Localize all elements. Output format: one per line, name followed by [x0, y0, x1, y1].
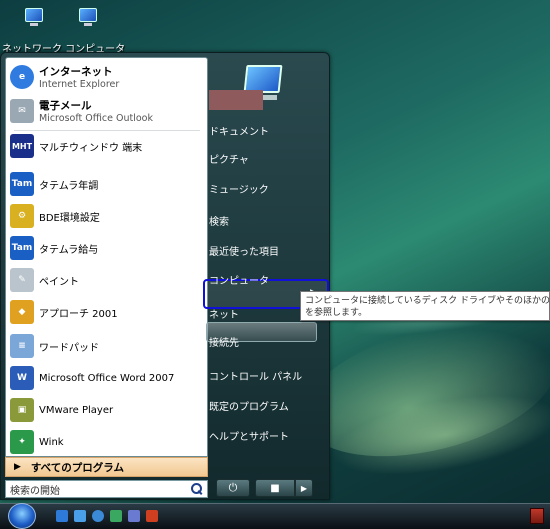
vmware-icon: ▣ — [10, 398, 34, 422]
start-orb-button[interactable] — [8, 503, 36, 529]
network-icon[interactable] — [22, 8, 46, 28]
program-label: ペイント — [39, 276, 79, 288]
program-label: アプローチ 2001 — [39, 308, 118, 320]
switch-windows-icon[interactable] — [74, 510, 86, 522]
program-label: Microsoft Office Word 2007 — [39, 372, 175, 384]
user-name-redacted[interactable] — [209, 90, 263, 110]
documents-link[interactable]: ドキュメント — [205, 120, 323, 140]
power-button[interactable]: ⏻ — [216, 479, 250, 497]
program-label: タテムラ年調 — [39, 180, 99, 192]
pinned-subtitle: Internet Explorer — [39, 79, 120, 90]
program-item[interactable]: ✦ Wink — [10, 430, 205, 454]
tray-icon[interactable] — [530, 508, 544, 524]
quick-launch-icon[interactable] — [110, 510, 122, 522]
all-programs-button[interactable]: ▶ すべてのプログラム — [5, 457, 208, 477]
pinned-subtitle: Microsoft Office Outlook — [39, 113, 153, 124]
tatemura-icon: Tam — [10, 172, 34, 196]
wordpad-icon: ≡ — [10, 334, 34, 358]
connect-to-link[interactable]: 接続先 — [205, 331, 323, 351]
separator — [14, 130, 200, 131]
music-link[interactable]: ミュージック — [205, 178, 323, 198]
program-item[interactable]: Tam タテムラ年調 — [10, 172, 205, 196]
pictures-link[interactable]: ピクチャ — [205, 148, 323, 168]
program-label: VMware Player — [39, 404, 114, 416]
computer-icon[interactable] — [76, 8, 100, 28]
start-search-input[interactable]: 検索の開始 — [5, 480, 208, 498]
internet-explorer-icon[interactable] — [92, 510, 104, 522]
internet-explorer-icon: e — [10, 65, 34, 89]
all-programs-label: すべてのプログラム — [30, 461, 124, 474]
tatemura-icon: Tam — [10, 236, 34, 260]
program-label: BDE環境設定 — [39, 212, 100, 224]
wink-icon: ✦ — [10, 430, 34, 454]
program-item[interactable]: ✎ ペイント — [10, 268, 205, 292]
shutdown-options-button[interactable]: ▶ — [295, 479, 313, 497]
program-item[interactable]: Tam タテムラ給与 — [10, 236, 205, 260]
help-support-link[interactable]: ヘルプとサポート — [205, 425, 323, 445]
lock-icon: ■ — [270, 482, 280, 494]
mail-icon: ✉ — [10, 99, 34, 123]
word-icon: W — [10, 366, 34, 390]
program-item[interactable]: ≡ ワードパッド — [10, 334, 205, 358]
bde-config-icon: ⚙ — [10, 204, 34, 228]
pinned-title: 電子メール — [39, 100, 92, 112]
tooltip-line: を参照します。 — [305, 308, 368, 318]
program-item[interactable]: ◆ アプローチ 2001 — [10, 300, 205, 324]
program-item[interactable]: W Microsoft Office Word 2007 — [10, 366, 205, 390]
quick-launch-icon[interactable] — [146, 510, 158, 522]
pinned-title: インターネット — [39, 66, 113, 78]
terminal-icon: MHT — [10, 134, 34, 158]
program-item[interactable]: ⚙ BDE環境設定 — [10, 204, 205, 228]
program-label: マルチウィンドウ 端末 — [39, 142, 143, 154]
tooltip-line: コンピュータに接続しているディスク ドライブやそのほかのハードウェア — [305, 296, 550, 306]
program-item[interactable]: MHT マルチウィンドウ 端末 — [10, 134, 205, 158]
program-label: タテムラ給与 — [39, 244, 99, 256]
chevron-right-icon: ▶ — [14, 462, 21, 472]
lock-button[interactable]: ■ — [255, 479, 295, 497]
computer-tooltip: コンピュータに接続しているディスク ドライブやそのほかのハードウェア を参照しま… — [300, 291, 550, 321]
recent-items-link[interactable]: 最近使った項目 — [205, 240, 323, 260]
chevron-right-icon: ▶ — [300, 483, 308, 493]
program-item[interactable]: ▣ VMware Player — [10, 398, 205, 422]
power-icon: ⏻ — [228, 481, 238, 494]
program-label: ワードパッド — [39, 342, 99, 354]
program-label: Wink — [39, 436, 64, 448]
quick-launch-icon[interactable] — [128, 510, 140, 522]
approach-icon: ◆ — [10, 300, 34, 324]
pinned-email[interactable]: ✉ 電子メール Microsoft Office Outlook — [10, 98, 205, 124]
default-programs-link[interactable]: 既定のプログラム — [205, 395, 323, 415]
start-menu: e インターネット Internet Explorer ✉ 電子メール Micros… — [0, 52, 330, 500]
start-menu-programs-pane: e インターネット Internet Explorer ✉ 電子メール Micros… — [5, 57, 208, 457]
control-panel-link[interactable]: コントロール パネル — [205, 365, 323, 385]
search-icon[interactable] — [191, 483, 203, 495]
pinned-internet[interactable]: e インターネット Internet Explorer — [10, 64, 205, 90]
show-desktop-icon[interactable] — [56, 510, 68, 522]
search-placeholder: 検索の開始 — [10, 485, 60, 497]
computer-link[interactable]: コンピュータ — [205, 269, 323, 289]
search-link[interactable]: 検索 — [205, 210, 323, 230]
paint-icon: ✎ — [10, 268, 34, 292]
